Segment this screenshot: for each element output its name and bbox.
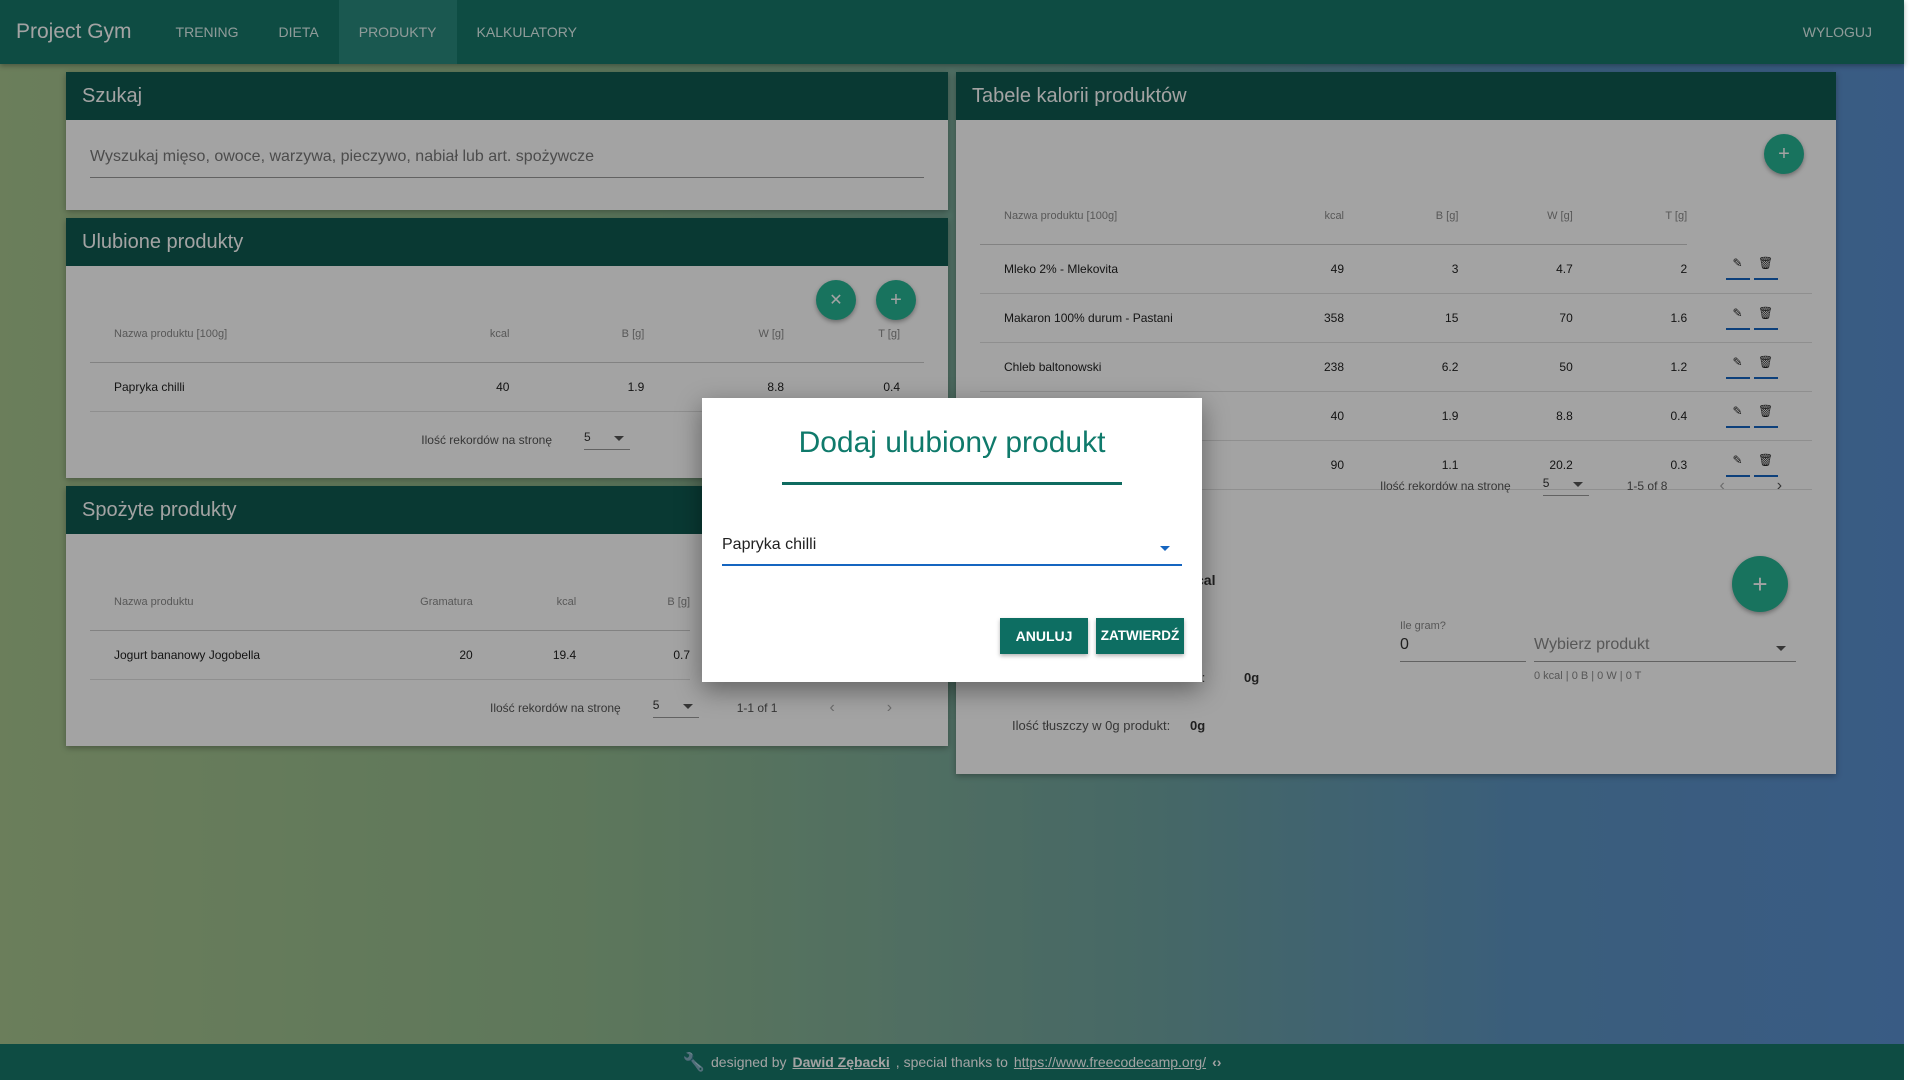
chevron-down-icon bbox=[1160, 546, 1170, 551]
confirm-button[interactable]: ZATWIERDŹ bbox=[1096, 618, 1184, 654]
dialog-title: Dodaj ulubiony produkt bbox=[798, 426, 1106, 459]
page-right-edge bbox=[1904, 0, 1920, 1080]
cancel-button[interactable]: ANULUJ bbox=[1000, 618, 1088, 654]
product-dropdown-value: Papryka chilli bbox=[722, 536, 817, 553]
add-favorite-dialog: Dodaj ulubiony produkt Papryka chilli AN… bbox=[702, 398, 1202, 682]
dialog-title-underline bbox=[782, 482, 1122, 485]
product-dropdown[interactable]: Papryka chilli bbox=[722, 536, 1182, 566]
